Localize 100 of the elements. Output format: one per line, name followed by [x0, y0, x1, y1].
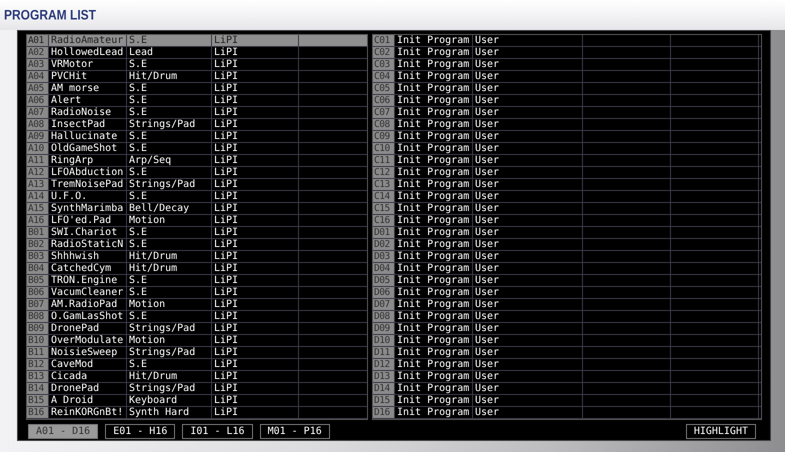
program-row[interactable]: B09 DronePad Strings/Pad LiPI: [27, 323, 367, 335]
program-row[interactable]: A09 Hallucinate S.E LiPI: [27, 131, 367, 143]
program-bank: User: [473, 371, 583, 382]
program-row[interactable]: A03 VRMotor S.E LiPI: [27, 59, 367, 71]
program-row[interactable]: C12 Init Program User: [373, 167, 761, 179]
program-row[interactable]: A10 OldGameShot S.E LiPI: [27, 143, 367, 155]
program-row[interactable]: C10 Init Program User: [373, 143, 761, 155]
program-bank: User: [473, 407, 583, 418]
program-row[interactable]: A05 AM morse S.E LiPI: [27, 83, 367, 95]
program-bank: User: [473, 191, 583, 202]
program-row[interactable]: C07 Init Program User: [373, 107, 761, 119]
program-row[interactable]: B01 SWI.Chariot S.E LiPI: [27, 227, 367, 239]
program-name: Init Program: [395, 143, 473, 154]
program-bank: User: [473, 167, 583, 178]
program-row[interactable]: D16 Init Program User: [373, 407, 761, 419]
program-row[interactable]: B14 DronePad Strings/Pad LiPI: [27, 383, 367, 395]
program-row[interactable]: A12 LFOAbduction S.E LiPI: [27, 167, 367, 179]
program-row[interactable]: D14 Init Program User: [373, 383, 761, 395]
program-row[interactable]: D03 Init Program User: [373, 251, 761, 263]
program-row[interactable]: A01 RadioAmateur S.E LiPI: [27, 35, 367, 47]
program-category: S.E: [127, 143, 212, 154]
program-row[interactable]: B12 CaveMod S.E LiPI: [27, 359, 367, 371]
program-row[interactable]: B13 Cicada Hit/Drum LiPI: [27, 371, 367, 383]
program-category: Hit/Drum: [127, 251, 212, 262]
program-number: B09: [27, 323, 49, 334]
program-row[interactable]: C13 Init Program User: [373, 179, 761, 191]
program-bank: LiPI: [212, 155, 299, 166]
program-row[interactable]: C09 Init Program User: [373, 131, 761, 143]
program-row[interactable]: D08 Init Program User: [373, 311, 761, 323]
program-row[interactable]: A11 RingArp Arp/Seq LiPI: [27, 155, 367, 167]
program-bank: LiPI: [212, 323, 299, 334]
program-row[interactable]: D13 Init Program User: [373, 371, 761, 383]
program-row[interactable]: D01 Init Program User: [373, 227, 761, 239]
program-row[interactable]: C01 Init Program User: [373, 35, 761, 47]
bank-tab[interactable]: I01 - L16: [182, 424, 253, 439]
program-bank: LiPI: [212, 311, 299, 322]
program-row[interactable]: D07 Init Program User: [373, 299, 761, 311]
program-row[interactable]: B03 Shhhwish Hit/Drum LiPI: [27, 251, 367, 263]
program-row[interactable]: B06 VacumCleaner S.E LiPI: [27, 287, 367, 299]
program-row[interactable]: C04 Init Program User: [373, 71, 761, 83]
program-row[interactable]: D09 Init Program User: [373, 323, 761, 335]
program-number: C11: [373, 155, 395, 166]
program-row[interactable]: A15 SynthMarimba Bell/Decay LiPI: [27, 203, 367, 215]
program-row[interactable]: D04 Init Program User: [373, 263, 761, 275]
program-name: CaveMod: [49, 359, 127, 370]
program-row[interactable]: D11 Init Program User: [373, 347, 761, 359]
program-row[interactable]: C03 Init Program User: [373, 59, 761, 71]
program-row[interactable]: A13 TremNoisePad Strings/Pad LiPI: [27, 179, 367, 191]
program-category: Motion: [127, 215, 212, 226]
program-row[interactable]: D02 Init Program User: [373, 239, 761, 251]
program-row[interactable]: B16 ReinKORGnBt! Synth Hard LiPI: [27, 407, 367, 419]
bank-tab[interactable]: A01 - D16: [28, 424, 98, 439]
program-row[interactable]: D10 Init Program User: [373, 335, 761, 347]
program-name: SWI.Chariot: [49, 227, 127, 238]
program-name: OverModulate: [49, 335, 127, 346]
program-row[interactable]: B04 CatchedCym Hit/Drum LiPI: [27, 263, 367, 275]
program-name: Init Program: [395, 371, 473, 382]
program-row[interactable]: C08 Init Program User: [373, 119, 761, 131]
program-row[interactable]: C14 Init Program User: [373, 191, 761, 203]
program-number: D02: [373, 239, 395, 250]
program-number: B08: [27, 311, 49, 322]
program-number: B10: [27, 335, 49, 346]
program-row[interactable]: A07 RadioNoise S.E LiPI: [27, 107, 367, 119]
program-row[interactable]: A02 HollowedLead Lead LiPI: [27, 47, 367, 59]
program-row[interactable]: B11 NoisieSweep Strings/Pad LiPI: [27, 347, 367, 359]
program-row[interactable]: B15 A Droid Keyboard LiPI: [27, 395, 367, 407]
program-row[interactable]: A16 LFO'ed.Pad Motion LiPI: [27, 215, 367, 227]
program-row[interactable]: A14 U.F.O. S.E LiPI: [27, 191, 367, 203]
program-number: B15: [27, 395, 49, 406]
program-row[interactable]: B02 RadioStaticN S.E LiPI: [27, 239, 367, 251]
bank-tab[interactable]: M01 - P16: [260, 424, 330, 439]
program-row[interactable]: A06 Alert S.E LiPI: [27, 95, 367, 107]
program-row[interactable]: D12 Init Program User: [373, 359, 761, 371]
program-row[interactable]: C06 Init Program User: [373, 95, 761, 107]
program-row[interactable]: D15 Init Program User: [373, 395, 761, 407]
program-row[interactable]: C02 Init Program User: [373, 47, 761, 59]
program-bank: User: [473, 395, 583, 406]
highlight-button[interactable]: HIGHLIGHT: [686, 424, 756, 439]
program-row[interactable]: C11 Init Program User: [373, 155, 761, 167]
program-number: B06: [27, 287, 49, 298]
program-row[interactable]: C16 Init Program User: [373, 215, 761, 227]
program-name: AM morse: [49, 83, 127, 94]
program-number: D06: [373, 287, 395, 298]
program-row[interactable]: B10 OverModulate Motion LiPI: [27, 335, 367, 347]
program-row[interactable]: C05 Init Program User: [373, 83, 761, 95]
program-row[interactable]: D06 Init Program User: [373, 287, 761, 299]
program-name: DronePad: [49, 323, 127, 334]
program-number: B02: [27, 239, 49, 250]
program-row[interactable]: A08 InsectPad Strings/Pad LiPI: [27, 119, 367, 131]
program-category: S.E: [127, 83, 212, 94]
program-row[interactable]: A04 PVCHit Hit/Drum LiPI: [27, 71, 367, 83]
program-row[interactable]: B08 O.GamLasShot S.E LiPI: [27, 311, 367, 323]
program-row[interactable]: C15 Init Program User: [373, 203, 761, 215]
program-row[interactable]: B05 TRON.Engine S.E LiPI: [27, 275, 367, 287]
program-name: Init Program: [395, 155, 473, 166]
program-row[interactable]: B07 AM.RadioPad Motion LiPI: [27, 299, 367, 311]
program-bank: LiPI: [212, 359, 299, 370]
program-row[interactable]: D05 Init Program User: [373, 275, 761, 287]
program-bank: User: [473, 335, 583, 346]
bank-tab[interactable]: E01 - H16: [105, 424, 176, 439]
